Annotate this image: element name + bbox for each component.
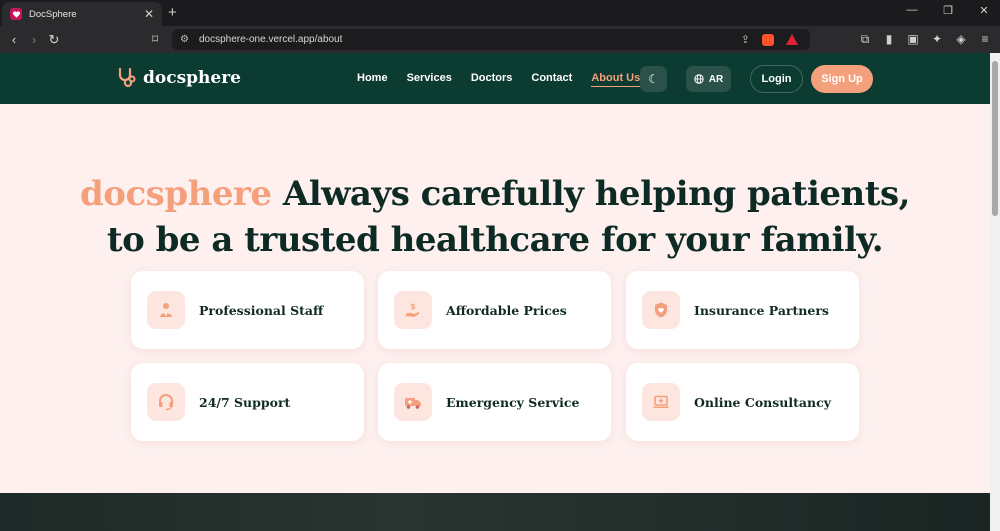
site-header: docsphere Home Services Doctors Contact … <box>0 53 990 104</box>
sidebar-icon[interactable]: ▮ <box>882 32 896 47</box>
feature-label: 24/7 Support <box>199 394 291 410</box>
feature-card-insurance-partners: Insurance Partners <box>626 271 859 349</box>
menu-icon[interactable]: ≡ <box>978 32 992 47</box>
back-icon[interactable]: ‹ <box>4 32 24 47</box>
nav-services[interactable]: Services <box>407 72 452 87</box>
nav-about-us[interactable]: About Us <box>591 72 641 87</box>
browser-right-tools: ⧉ ▮ ▣ ✦ ◈ ≡ <box>858 32 992 47</box>
tab-close-icon[interactable]: ✕ <box>144 8 154 20</box>
feature-label: Online Consultancy <box>694 394 831 410</box>
nav-doctors[interactable]: Doctors <box>471 72 513 87</box>
tab-search-icon[interactable]: ⧉ <box>858 32 872 47</box>
language-button[interactable]: AR <box>686 66 731 92</box>
login-button[interactable]: Login <box>750 65 803 93</box>
feature-card-online-consultancy: Online Consultancy <box>626 363 859 441</box>
signup-button[interactable]: Sign Up <box>811 65 873 93</box>
main-menu: Home Services Doctors Contact About Us <box>357 72 659 87</box>
page-viewport: docsphere Home Services Doctors Contact … <box>0 53 990 531</box>
site-logo[interactable]: docsphere <box>117 67 241 89</box>
brave-rewards-icon[interactable] <box>786 34 798 45</box>
next-section-image <box>0 493 990 531</box>
bookmark-icon[interactable]: ⌑ <box>152 32 158 46</box>
svg-text:$: $ <box>410 302 416 311</box>
tab-title: DocSphere <box>29 8 77 20</box>
new-tab-button[interactable]: + <box>168 4 177 21</box>
wallet-icon[interactable]: ▣ <box>906 32 920 47</box>
globe-icon <box>694 74 704 84</box>
leo-ai-icon[interactable]: ✦ <box>930 32 944 47</box>
moon-icon: ☾ <box>648 72 659 86</box>
site-settings-icon[interactable]: ⚙ <box>180 34 189 45</box>
url-text[interactable]: docsphere-one.vercel.app/about <box>199 34 741 45</box>
feature-label: Insurance Partners <box>694 302 829 318</box>
browser-tab-bar: DocSphere ✕ + — ❐ ✕ <box>0 0 1000 26</box>
doctor-icon <box>147 291 185 329</box>
hero-line2: to be a trusted healthcare for your fami… <box>106 220 884 260</box>
feature-card-affordable-prices: $ Affordable Prices <box>378 271 611 349</box>
brave-shield-icon[interactable] <box>762 33 774 46</box>
feature-label: Affordable Prices <box>446 302 567 318</box>
logo-text: docsphere <box>143 68 241 88</box>
theme-toggle-button[interactable]: ☾ <box>640 66 667 92</box>
minimize-icon[interactable]: — <box>904 4 920 17</box>
ambulance-icon <box>394 383 432 421</box>
feature-label: Professional Staff <box>199 302 324 318</box>
page-scrollbar[interactable] <box>990 53 1000 531</box>
reload-icon[interactable]: ↻ <box>44 32 64 48</box>
forward-icon[interactable]: › <box>24 32 44 47</box>
close-window-icon[interactable]: ✕ <box>976 4 992 17</box>
restore-icon[interactable]: ❐ <box>940 4 956 17</box>
shield-heart-icon <box>642 291 680 329</box>
hand-dollar-icon: $ <box>394 291 432 329</box>
hero-brand: docsphere <box>80 174 272 214</box>
browser-toolbar: ‹ › ↻ ⌑ ⚙ docsphere-one.vercel.app/about… <box>0 26 1000 53</box>
headset-icon <box>147 383 185 421</box>
nav-home[interactable]: Home <box>357 72 388 87</box>
feature-label: Emergency Service <box>446 394 580 410</box>
feature-card-support: 24/7 Support <box>131 363 364 441</box>
feature-card-professional-staff: Professional Staff <box>131 271 364 349</box>
hero-line1: Always carefully helping patients, <box>271 174 911 214</box>
vpn-icon[interactable]: ◈ <box>954 32 968 47</box>
scrollbar-thumb[interactable] <box>992 61 998 216</box>
nav-contact[interactable]: Contact <box>531 72 572 87</box>
stethoscope-icon <box>118 67 136 88</box>
site-favicon-icon <box>10 8 22 20</box>
share-icon[interactable]: ⇪ <box>741 33 750 46</box>
laptop-medical-icon <box>642 383 680 421</box>
feature-card-emergency-service: Emergency Service <box>378 363 611 441</box>
hero-heading: docsphere Always carefully helping patie… <box>0 171 990 263</box>
address-bar[interactable]: ⚙ docsphere-one.vercel.app/about ⇪ <box>172 29 810 50</box>
browser-tab[interactable]: DocSphere ✕ <box>2 2 162 26</box>
window-controls: — ❐ ✕ <box>904 4 992 17</box>
language-label: AR <box>708 73 724 85</box>
